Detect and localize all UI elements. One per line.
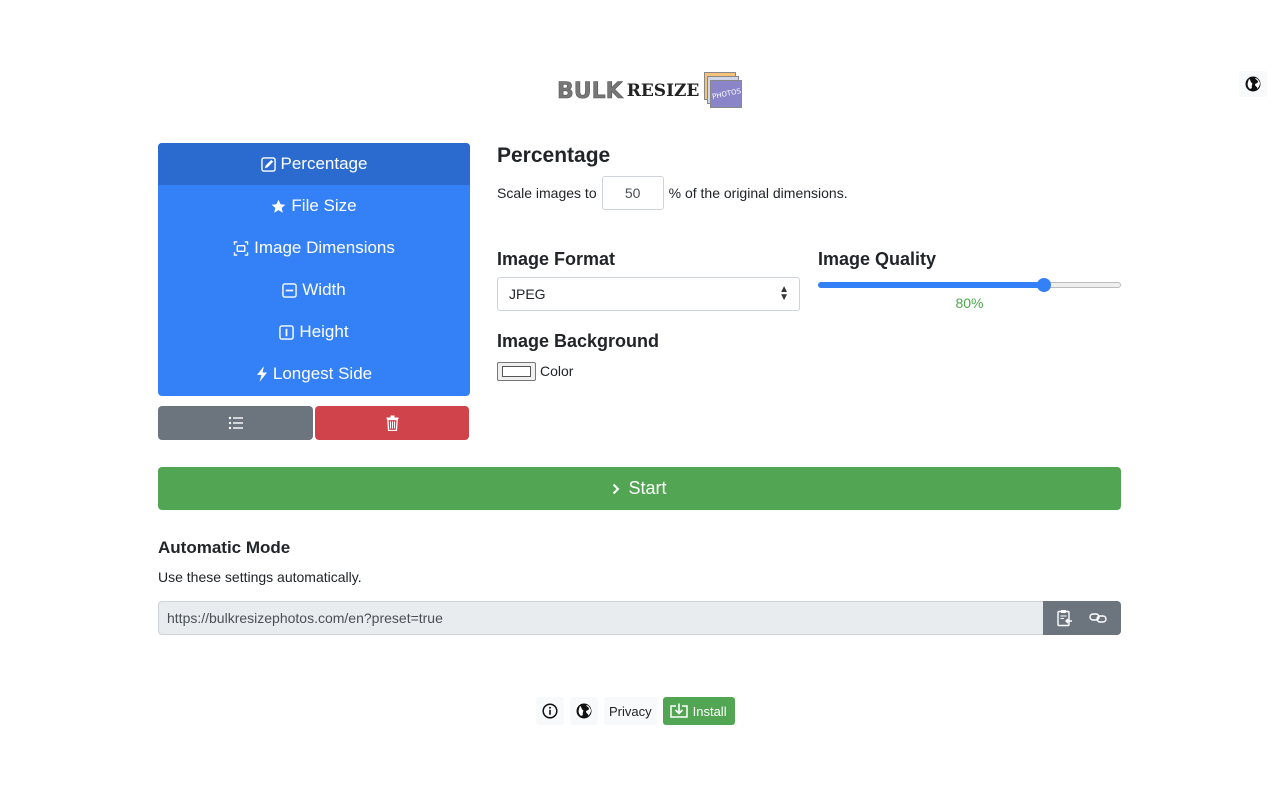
slider-fill <box>818 282 1044 288</box>
image-quality-heading: Image Quality <box>818 249 937 269</box>
image-background-heading: Image Background <box>497 331 660 351</box>
trash-icon <box>386 415 398 431</box>
scale-suffix: % of the original dimensions. <box>668 185 848 201</box>
height-icon <box>279 324 295 340</box>
mode-image-dimensions[interactable]: Image Dimensions <box>158 227 470 269</box>
start-label: Start <box>628 478 667 498</box>
language-button[interactable] <box>1239 71 1267 97</box>
mode-width[interactable]: Width <box>158 269 470 311</box>
install-label: Install <box>692 703 727 719</box>
mode-label: Image Dimensions <box>254 238 395 257</box>
globe-icon <box>576 703 592 719</box>
dimensions-icon <box>233 240 249 256</box>
mode-label: Longest Side <box>272 364 373 383</box>
info-button[interactable] <box>536 697 564 725</box>
language-footer-button[interactable] <box>570 697 598 725</box>
list-icon <box>228 416 243 430</box>
chevron-right-icon <box>613 483 620 494</box>
width-icon <box>282 282 298 298</box>
footer: Privacy Install <box>536 697 735 725</box>
background-color-picker[interactable] <box>497 361 536 381</box>
mode-percentage[interactable]: Percentage <box>158 143 470 185</box>
mode-file-size[interactable]: File Size <box>158 185 470 227</box>
clear-button[interactable] <box>315 406 469 440</box>
slider-thumb[interactable] <box>1037 278 1051 292</box>
color-label: Color <box>540 363 574 379</box>
scale-prefix: Scale images to <box>497 185 597 201</box>
color-row: Color <box>497 361 573 381</box>
logo-photos-icon: PHOTOS <box>702 72 743 110</box>
file-list-button[interactable] <box>158 406 313 440</box>
mode-label: Width <box>302 280 346 299</box>
mode-label: Percentage <box>280 154 368 173</box>
percentage-heading: Percentage <box>497 144 611 167</box>
mode-longest-side[interactable]: Longest Side <box>158 353 470 395</box>
image-format-heading: Image Format <box>497 249 616 269</box>
pencil-square-icon <box>260 156 276 172</box>
clipboard-copy-icon[interactable] <box>1057 609 1073 627</box>
mode-label: File Size <box>291 196 357 215</box>
mode-list: Percentage File Size Image Dimensions Wi… <box>158 143 470 396</box>
image-format-select[interactable]: JPEG ▲ ▼ <box>497 277 800 311</box>
globe-icon <box>1245 76 1261 92</box>
star-icon <box>272 199 286 213</box>
lightning-icon <box>256 366 267 382</box>
privacy-link[interactable]: Privacy <box>604 697 657 725</box>
download-icon <box>669 703 688 718</box>
preset-url-text: https://bulkresizephotos.com/en?preset=t… <box>167 610 443 626</box>
logo-text-bulk: BULK <box>557 78 623 104</box>
percentage-input[interactable] <box>601 176 664 210</box>
mode-height[interactable]: Height <box>158 311 470 353</box>
start-button[interactable]: Start <box>158 467 1121 510</box>
automatic-mode-heading: Automatic Mode <box>158 538 291 557</box>
scale-row: Scale images to % of the original dimens… <box>497 176 848 210</box>
automatic-mode-description: Use these settings automatically. <box>158 569 362 585</box>
preset-url-field[interactable]: https://bulkresizephotos.com/en?preset=t… <box>158 601 1043 635</box>
link-icon[interactable] <box>1089 611 1107 625</box>
preset-url-actions <box>1043 601 1121 635</box>
install-button[interactable]: Install <box>662 697 735 725</box>
logo-text-resize: RESIZE <box>626 81 700 101</box>
image-format-value: JPEG <box>509 286 546 302</box>
info-icon <box>542 703 558 719</box>
logo[interactable]: BULK RESIZE PHOTOS <box>557 72 743 110</box>
image-quality-value: 80% <box>955 295 984 311</box>
image-quality-slider[interactable] <box>818 278 1121 292</box>
mode-label: Height <box>299 322 349 341</box>
select-arrows-icon: ▲ ▼ <box>779 284 789 303</box>
